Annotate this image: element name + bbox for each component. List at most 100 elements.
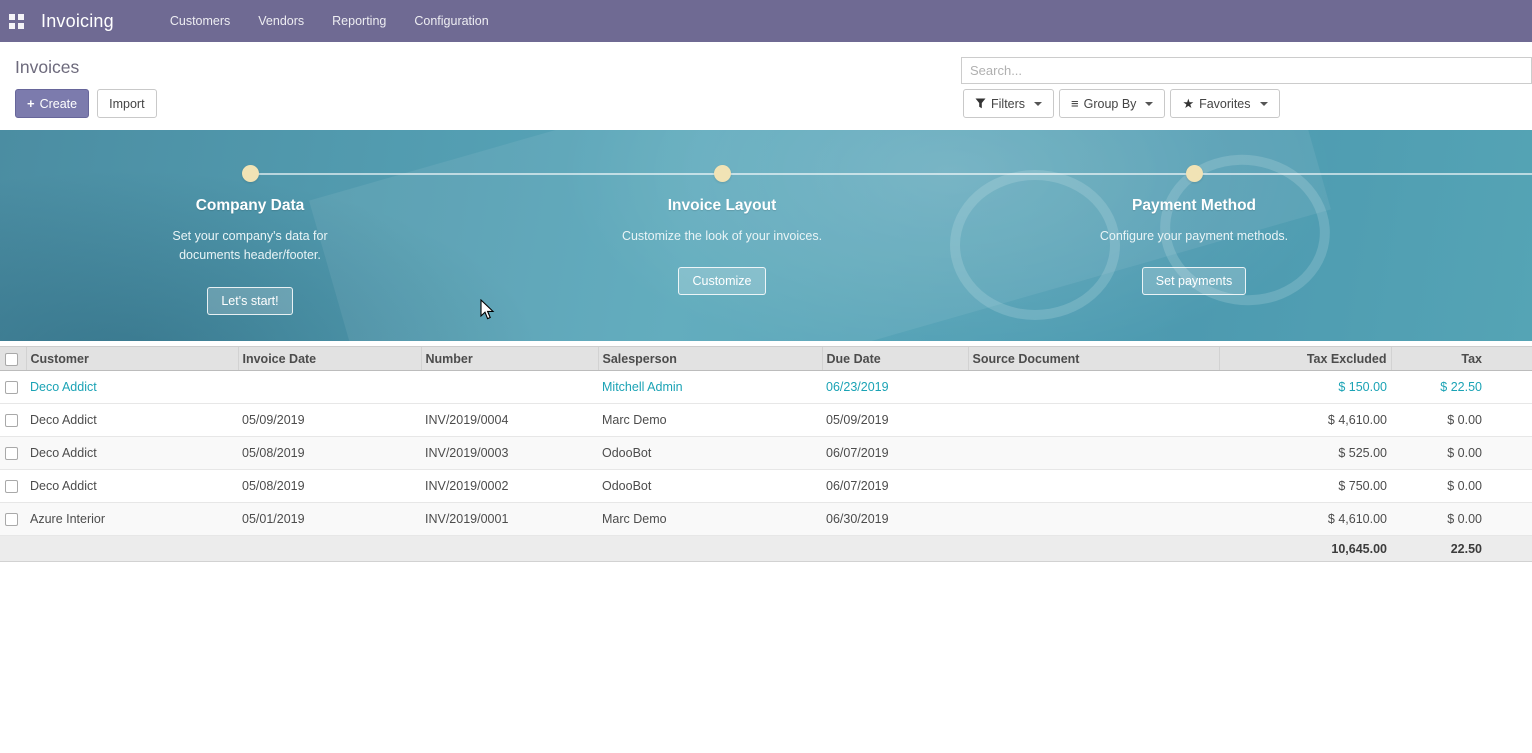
- favorites-button-label: Favorites: [1199, 97, 1250, 111]
- import-button-label: Import: [109, 97, 144, 111]
- menu-reporting[interactable]: Reporting: [332, 14, 386, 28]
- cell-invoice-date: [238, 371, 421, 404]
- table-row[interactable]: Deco Addict 05/09/2019 INV/2019/0004 Mar…: [0, 404, 1532, 437]
- row-checkbox[interactable]: [5, 447, 18, 460]
- filters-button[interactable]: Filters: [963, 89, 1054, 118]
- lets-start-button[interactable]: Let's start!: [207, 287, 292, 315]
- table-row[interactable]: Deco Addict 05/08/2019 INV/2019/0002 Odo…: [0, 470, 1532, 503]
- cell-salesperson: Mitchell Admin: [598, 371, 822, 404]
- top-navbar: Invoicing Customers Vendors Reporting Co…: [0, 0, 1532, 42]
- set-payments-button[interactable]: Set payments: [1142, 267, 1246, 295]
- control-panel: Invoices + Create Import Filters ≡ Group…: [0, 42, 1532, 130]
- cell-salesperson: OdooBot: [598, 470, 822, 503]
- table-row[interactable]: Azure Interior 05/01/2019 INV/2019/0001 …: [0, 503, 1532, 536]
- column-header-customer[interactable]: Customer: [26, 347, 238, 371]
- select-all-checkbox[interactable]: [5, 353, 18, 366]
- search-options: Filters ≡ Group By ★ Favorites: [963, 89, 1280, 118]
- create-button[interactable]: + Create: [15, 89, 89, 118]
- search-input[interactable]: [962, 58, 1531, 83]
- cell-tax: $ 0.00: [1391, 437, 1532, 470]
- cell-source-document: [968, 503, 1219, 536]
- column-header-tax[interactable]: Tax: [1391, 347, 1532, 371]
- cell-due-date: 06/23/2019: [822, 371, 968, 404]
- row-checkbox[interactable]: [5, 480, 18, 493]
- main-menu: Customers Vendors Reporting Configuratio…: [170, 14, 489, 28]
- row-checkbox[interactable]: [5, 414, 18, 427]
- cell-due-date: 06/07/2019: [822, 437, 968, 470]
- cell-customer: Azure Interior: [26, 503, 238, 536]
- cell-tax-excluded: $ 4,610.00: [1219, 503, 1391, 536]
- menu-customers[interactable]: Customers: [170, 14, 230, 28]
- create-button-label: Create: [40, 97, 78, 111]
- star-icon: ★: [1182, 97, 1194, 110]
- cell-tax: $ 0.00: [1391, 470, 1532, 503]
- total-tax-excluded: 10,645.00: [1219, 536, 1391, 562]
- action-buttons: + Create Import: [15, 89, 157, 118]
- step-dot-invoice-layout: [714, 165, 731, 182]
- step-description: Configure your payment methods.: [1088, 227, 1300, 246]
- cell-tax-excluded: $ 750.00: [1219, 470, 1391, 503]
- caret-down-icon: [1034, 102, 1042, 106]
- select-all-cell: [0, 347, 26, 371]
- cell-number: INV/2019/0004: [421, 404, 598, 437]
- plus-icon: +: [27, 96, 35, 111]
- total-tax: 22.50: [1391, 536, 1532, 562]
- cell-salesperson: Marc Demo: [598, 404, 822, 437]
- row-checkbox[interactable]: [5, 381, 18, 394]
- group-by-button-label: Group By: [1084, 97, 1137, 111]
- cell-tax-excluded: $ 150.00: [1219, 371, 1391, 404]
- filters-button-label: Filters: [991, 97, 1025, 111]
- onboarding-step-payment-method: Payment Method Configure your payment me…: [1064, 197, 1324, 295]
- cell-invoice-date: 05/01/2019: [238, 503, 421, 536]
- cell-source-document: [968, 404, 1219, 437]
- step-description: Customize the look of your invoices.: [616, 227, 828, 246]
- step-title: Payment Method: [1064, 197, 1324, 215]
- menu-configuration[interactable]: Configuration: [414, 14, 488, 28]
- table-row[interactable]: Deco Addict Mitchell Admin 06/23/2019 $ …: [0, 371, 1532, 404]
- onboarding-step-company-data: Company Data Set your company's data for…: [120, 197, 380, 315]
- column-header-due-date[interactable]: Due Date: [822, 347, 968, 371]
- cell-number: INV/2019/0003: [421, 437, 598, 470]
- column-header-number[interactable]: Number: [421, 347, 598, 371]
- cell-invoice-date: 05/08/2019: [238, 437, 421, 470]
- cell-source-document: [968, 371, 1219, 404]
- page-title: Invoices: [15, 57, 79, 78]
- cell-number: INV/2019/0002: [421, 470, 598, 503]
- cell-salesperson: OdooBot: [598, 437, 822, 470]
- cell-source-document: [968, 437, 1219, 470]
- table-header-row: Customer Invoice Date Number Salesperson…: [0, 347, 1532, 371]
- group-by-button[interactable]: ≡ Group By: [1059, 89, 1165, 118]
- column-header-salesperson[interactable]: Salesperson: [598, 347, 822, 371]
- favorites-button[interactable]: ★ Favorites: [1170, 89, 1279, 118]
- step-dot-company-data: [242, 165, 259, 182]
- step-dot-payment-method: [1186, 165, 1203, 182]
- row-checkbox[interactable]: [5, 513, 18, 526]
- search-box: [961, 57, 1532, 84]
- cell-number: [421, 371, 598, 404]
- apps-grid-icon[interactable]: [9, 14, 24, 29]
- caret-down-icon: [1145, 102, 1153, 106]
- cell-tax-excluded: $ 4,610.00: [1219, 404, 1391, 437]
- cell-tax: $ 22.50: [1391, 371, 1532, 404]
- cell-tax: $ 0.00: [1391, 404, 1532, 437]
- cell-customer: Deco Addict: [26, 404, 238, 437]
- cell-due-date: 06/07/2019: [822, 470, 968, 503]
- cell-customer: Deco Addict: [26, 371, 238, 404]
- column-header-source-document[interactable]: Source Document: [968, 347, 1219, 371]
- table-row[interactable]: Deco Addict 05/08/2019 INV/2019/0003 Odo…: [0, 437, 1532, 470]
- onboarding-step-invoice-layout: Invoice Layout Customize the look of you…: [592, 197, 852, 295]
- cell-salesperson: Marc Demo: [598, 503, 822, 536]
- column-header-invoice-date[interactable]: Invoice Date: [238, 347, 421, 371]
- import-button[interactable]: Import: [97, 89, 156, 118]
- cell-due-date: 06/30/2019: [822, 503, 968, 536]
- app-name[interactable]: Invoicing: [41, 11, 114, 32]
- step-title: Invoice Layout: [592, 197, 852, 215]
- caret-down-icon: [1260, 102, 1268, 106]
- invoices-table: Customer Invoice Date Number Salesperson…: [0, 346, 1532, 562]
- customize-button[interactable]: Customize: [678, 267, 765, 295]
- column-header-tax-excluded[interactable]: Tax Excluded: [1219, 347, 1391, 371]
- totals-row: 10,645.00 22.50: [0, 536, 1532, 562]
- step-title: Company Data: [120, 197, 380, 215]
- cell-invoice-date: 05/09/2019: [238, 404, 421, 437]
- menu-vendors[interactable]: Vendors: [258, 14, 304, 28]
